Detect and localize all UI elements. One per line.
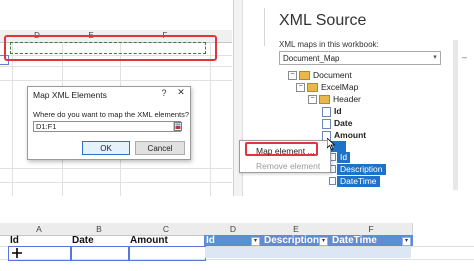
tree-item-date[interactable]: Date (322, 118, 352, 129)
row-gridline (0, 66, 232, 67)
cell-a1[interactable]: Id (8, 235, 72, 246)
collapse-toggle-icon[interactable]: − (308, 95, 317, 105)
mouse-cursor-icon (327, 138, 335, 150)
element-icon (322, 106, 331, 117)
tree-item-header[interactable]: − Header (308, 94, 361, 105)
pane-divider (264, 8, 265, 46)
worksheet-grid-top[interactable]: D E F Map XML Elements ? ✕ Where do you … (0, 0, 232, 196)
xml-map-select[interactable]: Document_Map (279, 51, 441, 65)
xml-maps-label: XML maps in this workbook: (279, 40, 379, 49)
cell-f1-table-header[interactable]: DateTime (330, 235, 413, 246)
cancel-button[interactable]: Cancel (135, 141, 185, 155)
mapped-cell-c2[interactable] (128, 246, 206, 261)
folder-icon (319, 95, 330, 105)
cell-c1[interactable]: Amount (128, 235, 206, 246)
row-gridline (0, 182, 232, 183)
cell-cursor-icon (12, 248, 22, 258)
minimize-icon[interactable]: – (462, 52, 467, 62)
cell-b1[interactable]: Date (70, 235, 130, 246)
tree-item-row-description-selected[interactable]: Description (337, 164, 386, 175)
pane-title: XML Source (279, 12, 367, 29)
chevron-down-icon[interactable]: ▾ (430, 52, 440, 64)
row-gridline (0, 168, 232, 169)
filter-dropdown-icon[interactable]: ▾ (251, 237, 260, 246)
collapse-dialog-icon[interactable] (173, 122, 182, 131)
help-icon[interactable]: ? (159, 88, 169, 98)
filter-dropdown-icon[interactable]: ▾ (402, 237, 411, 246)
col-gridline (12, 42, 13, 196)
pane-scrollbar[interactable] (453, 40, 458, 190)
tree-item-row-id-selected[interactable]: Id (337, 152, 351, 163)
element-icon (322, 118, 331, 129)
filter-dropdown-icon[interactable]: ▾ (319, 237, 328, 246)
tree-item-row-datetime-selected[interactable]: DateTime (337, 176, 380, 187)
close-icon[interactable]: ✕ (175, 87, 187, 99)
xml-source-pane: XML Source XML maps in this workbook: Do… (233, 0, 474, 196)
collapse-toggle-icon[interactable]: − (296, 83, 305, 93)
map-xml-elements-dialog: Map XML Elements ? ✕ Where do you want t… (27, 86, 191, 160)
folder-icon (299, 71, 310, 81)
mapped-cell-b2[interactable] (70, 246, 130, 261)
row-gridline (0, 80, 232, 81)
tree-item-document[interactable]: − Document (288, 70, 352, 81)
highlight-box-target-range (4, 35, 217, 61)
element-icon (329, 177, 336, 185)
table-insert-row[interactable] (205, 247, 411, 258)
range-input[interactable]: D1:F1 (33, 121, 181, 132)
folder-icon (307, 83, 318, 93)
collapse-toggle-icon[interactable]: − (288, 71, 297, 81)
tree-item-id[interactable]: Id (322, 106, 342, 117)
ok-button[interactable]: OK (82, 141, 130, 155)
dialog-prompt: Where do you want to map the XML element… (33, 110, 190, 119)
worksheet-grid-bottom[interactable]: A B C D E F Id Date Amount Id Descriptio… (0, 215, 474, 271)
tree-item-excelmap[interactable]: − ExcelMap (296, 82, 358, 93)
dialog-title: Map XML Elements (33, 90, 107, 100)
menu-item-map-element[interactable]: Map element ... (256, 146, 315, 156)
col-gridline (210, 42, 211, 196)
menu-item-remove-element[interactable]: Remove element (256, 161, 320, 171)
